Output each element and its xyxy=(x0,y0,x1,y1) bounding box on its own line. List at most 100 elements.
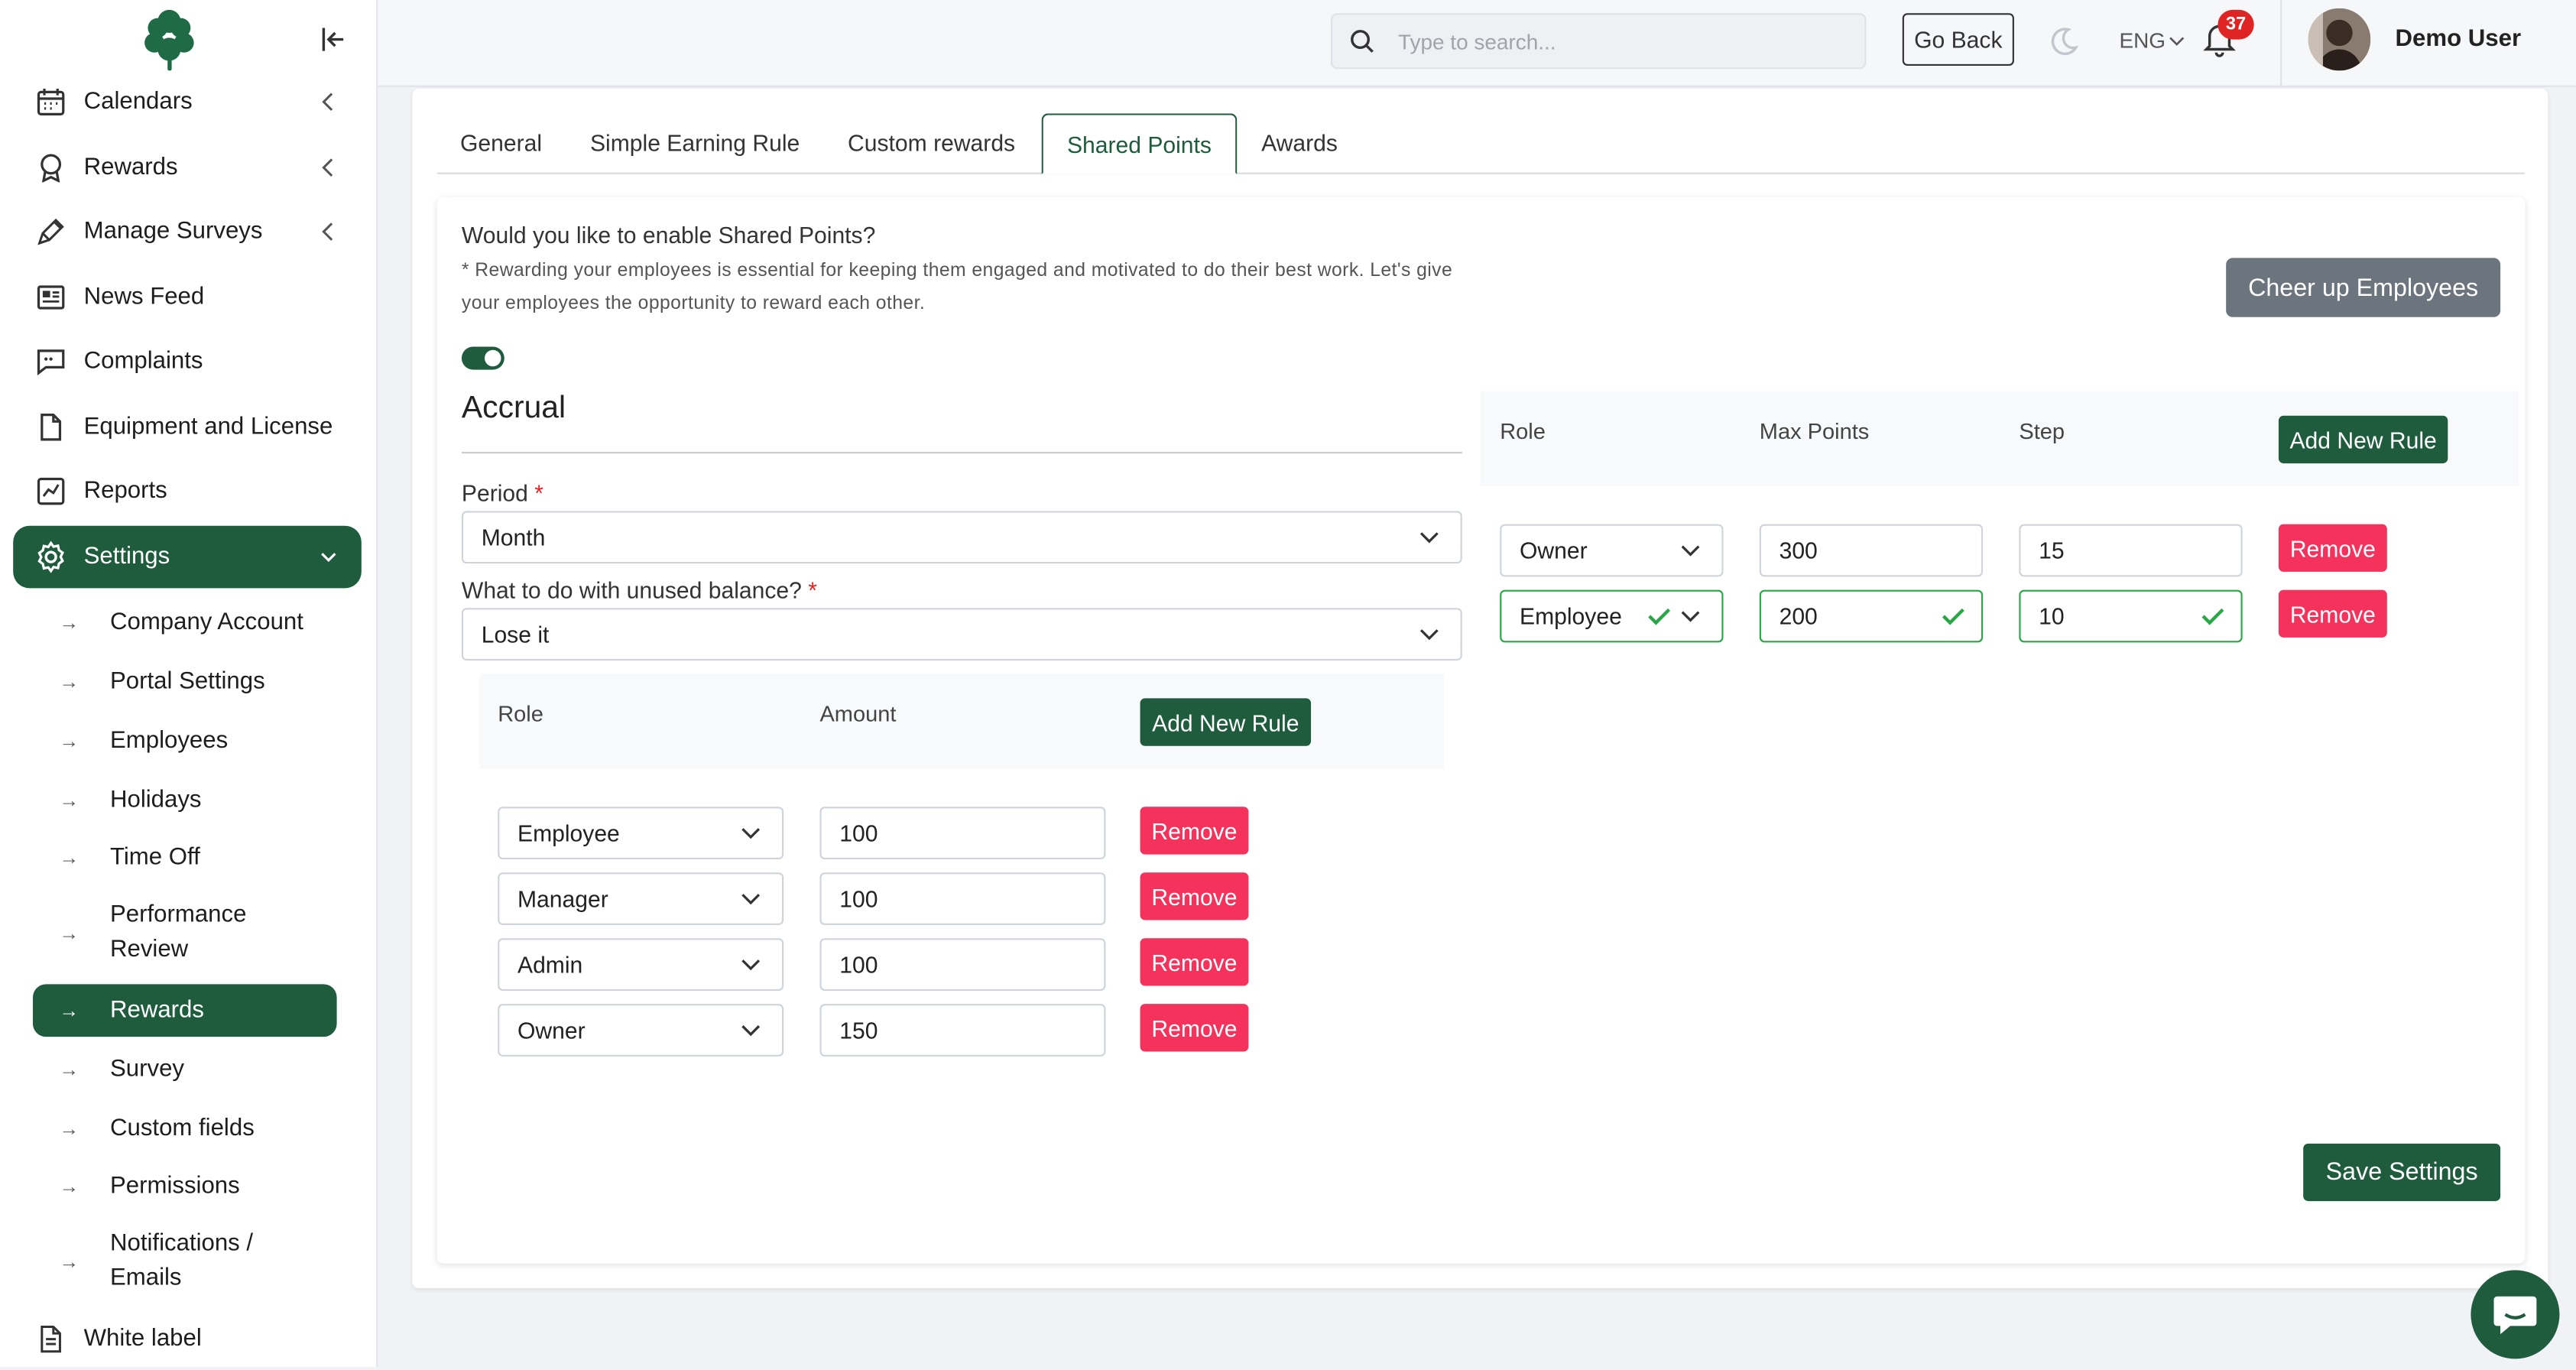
add-points-rule-button[interactable]: Add New Rule xyxy=(2278,415,2448,464)
sidebar-sub-notifications[interactable]: → Notifications / Emails xyxy=(33,1227,337,1296)
chat-widget-button[interactable] xyxy=(2471,1270,2560,1359)
search-icon xyxy=(1351,30,1374,53)
sidebar-item-white-label[interactable]: White label xyxy=(13,1308,362,1370)
chevron-down-icon xyxy=(321,553,336,563)
chevron-down-icon xyxy=(741,959,761,971)
step-input[interactable]: 10 xyxy=(2019,589,2243,643)
amount-value: 100 xyxy=(839,885,878,912)
sidebar-item-manage-surveys[interactable]: Manage Surveys xyxy=(13,200,362,263)
remove-button[interactable]: Remove xyxy=(1140,1004,1249,1052)
user-name[interactable]: Demo User xyxy=(2396,26,2522,52)
sidebar-sub-company-account[interactable]: → Company Account xyxy=(33,605,337,641)
search-input[interactable] xyxy=(1394,27,1845,55)
arrow-right-icon: → xyxy=(59,845,79,868)
remove-button[interactable]: Remove xyxy=(1140,807,1249,855)
tab-simple-earning-rule[interactable]: Simple Earning Rule xyxy=(575,113,815,172)
go-back-button[interactable]: Go Back xyxy=(1902,13,2014,66)
sub-item-label: Notifications / Emails xyxy=(109,1230,254,1292)
sidebar-item-equipment[interactable]: Equipment and License xyxy=(13,396,362,459)
arrow-right-icon: → xyxy=(59,1116,79,1140)
step-input[interactable]: 15 xyxy=(2019,524,2243,577)
sub-item-label: Performance Review xyxy=(109,901,247,963)
sidebar-sub-employees[interactable]: → Employees xyxy=(33,723,337,759)
checkmark-icon xyxy=(2201,608,2224,625)
accrual-amount-input[interactable]: 100 xyxy=(819,938,1106,991)
language-label: ENG xyxy=(2119,28,2166,53)
sidebar-item-calendars[interactable]: Calendars xyxy=(13,70,362,133)
chevron-left-icon xyxy=(322,222,333,241)
sidebar-sub-holidays[interactable]: → Holidays xyxy=(33,782,337,818)
accrual-role-select[interactable]: Employee xyxy=(498,807,784,860)
max-points-input[interactable]: 300 xyxy=(1759,524,1984,577)
arrow-right-icon: → xyxy=(59,1174,79,1197)
chat-icon xyxy=(34,345,67,378)
arrow-right-icon: → xyxy=(59,729,79,752)
col-amount: Amount xyxy=(819,701,897,726)
amount-value: 100 xyxy=(839,820,878,846)
accrual-amount-input[interactable]: 100 xyxy=(819,872,1106,925)
sidebar-item-complaints[interactable]: Complaints xyxy=(13,330,362,393)
period-select[interactable]: Month xyxy=(461,511,1462,564)
remove-button[interactable]: Remove xyxy=(2278,524,2387,572)
gear-icon xyxy=(34,541,67,573)
accrual-role-select[interactable]: Admin xyxy=(498,938,784,991)
points-role-select[interactable]: Employee xyxy=(1500,589,1724,643)
accrual-role-select[interactable]: Manager xyxy=(498,872,784,925)
sidebar-item-news-feed[interactable]: News Feed xyxy=(13,266,362,329)
calendar-icon xyxy=(34,86,67,118)
sidebar-item-label: Complaints xyxy=(83,348,203,375)
unused-balance-label: What to do with unused balance? * xyxy=(462,576,817,602)
remove-button[interactable]: Remove xyxy=(1140,872,1249,920)
sidebar-item-label: Calendars xyxy=(83,89,193,115)
max-points-input[interactable]: 200 xyxy=(1759,589,1984,643)
arrow-right-icon: → xyxy=(59,610,79,634)
chat-bubble-icon xyxy=(2493,1296,2537,1335)
cheer-up-button[interactable]: Cheer up Employees xyxy=(2226,258,2501,317)
language-selector[interactable]: ENG xyxy=(2119,28,2185,53)
clover-logo-icon[interactable] xyxy=(138,7,201,73)
remove-button[interactable]: Remove xyxy=(1140,938,1249,986)
arrow-right-icon: → xyxy=(59,920,79,944)
collapse-sidebar-icon[interactable] xyxy=(319,24,349,54)
col-max-points: Max Points xyxy=(1759,419,1870,444)
shared-points-toggle[interactable] xyxy=(461,346,504,370)
accrual-amount-input[interactable]: 150 xyxy=(819,1004,1106,1057)
remove-button[interactable]: Remove xyxy=(2278,589,2387,638)
sidebar-item-label: News Feed xyxy=(83,284,205,311)
enable-note: * Rewarding your employees is essential … xyxy=(461,261,1453,314)
sidebar-sub-permissions[interactable]: → Permissions xyxy=(33,1168,337,1204)
unused-value: Lose it xyxy=(481,621,550,648)
tab-general[interactable]: General xyxy=(437,113,566,172)
sidebar-sub-custom-fields[interactable]: → Custom fields xyxy=(33,1111,337,1147)
add-accrual-rule-button[interactable]: Add New Rule xyxy=(1140,698,1312,746)
sidebar-sub-performance-review[interactable]: → Performance Review xyxy=(33,899,337,968)
moon-icon[interactable] xyxy=(2047,24,2080,57)
arrow-right-icon: → xyxy=(59,787,79,811)
sidebar-item-rewards[interactable]: Rewards xyxy=(13,136,362,199)
save-settings-button[interactable]: Save Settings xyxy=(2303,1143,2501,1202)
sidebar-item-label: Equipment and License xyxy=(83,414,333,440)
unused-balance-select[interactable]: Lose it xyxy=(461,608,1462,661)
avatar[interactable] xyxy=(2308,8,2371,71)
tab-awards[interactable]: Awards xyxy=(1245,113,1354,172)
sidebar-sub-rewards[interactable]: → Rewards xyxy=(32,984,337,1037)
arrow-right-icon: → xyxy=(59,669,79,693)
accrual-amount-input[interactable]: 100 xyxy=(819,807,1106,860)
tab-shared-points[interactable]: Shared Points xyxy=(1041,113,1238,174)
sub-item-label: Portal Settings xyxy=(109,667,265,695)
sidebar-sub-time-off[interactable]: → Time Off xyxy=(33,839,337,875)
checkmark-icon xyxy=(1648,608,1671,625)
sidebar-item-settings[interactable]: Settings xyxy=(13,525,362,589)
tab-custom-rewards[interactable]: Custom rewards xyxy=(831,113,1031,172)
chevron-down-icon xyxy=(1419,532,1439,544)
sidebar-sub-survey[interactable]: → Survey xyxy=(33,1051,337,1087)
unused-label-text: What to do with unused balance? xyxy=(461,576,802,603)
sidebar-item-reports[interactable]: Reports xyxy=(13,460,362,523)
sub-item-label: Company Account xyxy=(109,609,303,635)
search-box[interactable] xyxy=(1330,13,1867,70)
accrual-role-select[interactable]: Owner xyxy=(498,1004,784,1057)
arrow-right-icon: → xyxy=(59,1057,79,1081)
sub-item-label: Holidays xyxy=(109,786,202,813)
sidebar-sub-portal-settings[interactable]: → Portal Settings xyxy=(33,664,337,700)
points-role-select[interactable]: Owner xyxy=(1500,524,1724,577)
